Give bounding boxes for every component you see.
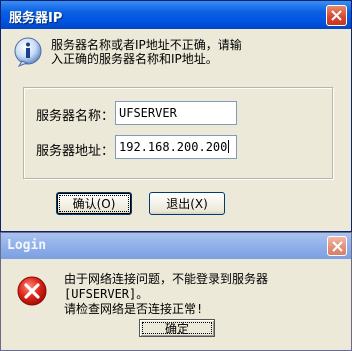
error-icon — [17, 276, 47, 306]
dialog-title: 服务器IP — [9, 11, 63, 26]
text-caret — [228, 140, 230, 153]
server-name-label: 服务器名称： — [36, 109, 115, 124]
dialog-title: Login — [7, 238, 47, 253]
server-ip-dialog: 服务器IP 服务器名称或者IP地址不正确，请输 入正确的服务器名称和IP地址。 … — [0, 0, 352, 232]
close-icon — [331, 10, 342, 21]
server-address-input[interactable]: 192.168.200.200 — [115, 135, 237, 159]
close-button[interactable] — [327, 236, 347, 256]
exit-button-label: 退出(X) — [166, 197, 208, 211]
server-address-value: 192.168.200.200 — [119, 140, 228, 154]
close-icon — [331, 240, 343, 252]
server-name-input[interactable]: UFSERVER — [115, 101, 237, 125]
login-dialog: Login 由于网络连接问题，不能登录到服务器[UFSERVER]。 请检查网络… — [0, 232, 352, 351]
error-message: 服务器名称或者IP地址不正确，请输 入正确的服务器名称和IP地址。 — [51, 38, 242, 66]
login-error-message: 由于网络连接问题，不能登录到服务器[UFSERVER]。 请检查网络是否连接正常… — [64, 272, 269, 316]
confirm-button-label: 确认(O) — [72, 197, 116, 211]
title-bar[interactable]: 服务器IP — [1, 1, 351, 29]
info-icon — [14, 37, 42, 67]
close-button[interactable] — [326, 5, 347, 26]
title-bar[interactable]: Login — [1, 233, 351, 259]
confirm-button[interactable]: 确认(O) — [56, 192, 132, 215]
ok-button[interactable]: 确定 — [139, 319, 215, 337]
server-address-label: 服务器地址： — [36, 144, 115, 159]
exit-button[interactable]: 退出(X) — [149, 192, 225, 215]
ok-button-label: 确定 — [164, 321, 189, 336]
server-name-value: UFSERVER — [119, 106, 177, 120]
